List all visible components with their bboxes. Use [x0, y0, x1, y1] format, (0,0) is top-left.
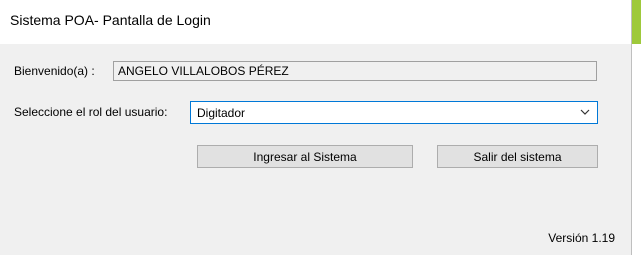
background-window-strip	[632, 0, 641, 44]
user-name-field: ANGELO VILLALOBOS PÉREZ	[113, 61, 597, 81]
role-label: Seleccione el rol del usuario:	[14, 105, 168, 119]
welcome-label: Bienvenido(a) :	[14, 64, 95, 78]
title-bar: Sistema POA- Pantalla de Login	[0, 0, 631, 44]
exit-button[interactable]: Salir del sistema	[437, 145, 598, 168]
version-label: Versión 1.19	[548, 231, 615, 245]
login-button[interactable]: Ingresar al Sistema	[197, 145, 413, 168]
role-selected-value: Digitador	[197, 106, 246, 120]
role-dropdown[interactable]: Digitador	[190, 101, 598, 124]
chevron-down-icon[interactable]	[579, 105, 591, 119]
window-title: Sistema POA- Pantalla de Login	[10, 12, 211, 28]
login-window: Sistema POA- Pantalla de Login Bienvenid…	[0, 0, 632, 255]
